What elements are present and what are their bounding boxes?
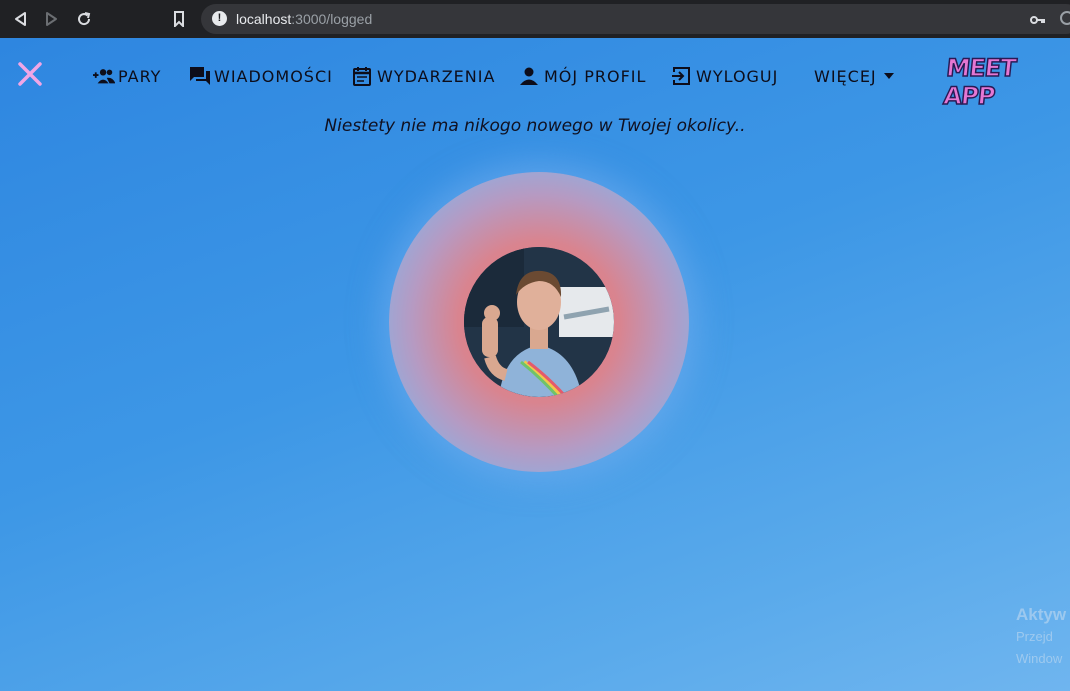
nav-label-moj-profil: MÓJ PROFIL <box>544 66 647 86</box>
no-matches-message: Niestety nie ma nikogo nowego w Twojej o… <box>324 116 746 136</box>
bookmark-icon[interactable] <box>169 9 189 29</box>
watermark-line-3: Window <box>1016 651 1063 666</box>
nav-item-moj-profil[interactable]: MÓJ PROFIL <box>519 62 646 90</box>
nav-label-pary: PARY <box>118 66 162 86</box>
logo[interactable]: MEET APP <box>941 53 1070 111</box>
back-icon[interactable] <box>10 9 30 29</box>
add-people-icon <box>93 65 115 87</box>
avatar[interactable] <box>464 247 614 397</box>
nav-item-wiecej[interactable]: WIĘCEJ <box>814 62 905 90</box>
top-navigation: PARY WIADOMOŚCI WYDARZENIA MÓJ PROFIL WY… <box>0 62 1070 90</box>
reload-icon[interactable] <box>74 9 94 29</box>
url-path: :3000/logged <box>291 11 373 27</box>
nav-item-wyloguj[interactable]: WYLOGUJ <box>671 62 778 90</box>
extension-icon[interactable] <box>1060 11 1070 25</box>
nav-label-wiadomosci: WIADOMOŚCI <box>214 66 333 86</box>
calendar-icon <box>352 65 374 87</box>
watermark-line-2: Przejd <box>1016 629 1053 644</box>
logout-icon <box>671 65 693 87</box>
watermark-line-1: Aktyw <box>1016 605 1067 624</box>
forward-icon[interactable] <box>42 9 62 29</box>
nav-label-wyloguj: WYLOGUJ <box>696 66 779 86</box>
person-icon <box>519 65 541 87</box>
url-text[interactable]: localhost:3000/logged <box>236 11 372 27</box>
nav-item-wydarzenia[interactable]: WYDARZENIA <box>352 62 495 90</box>
nav-item-pary[interactable]: PARY <box>93 62 161 90</box>
nav-item-wiadomosci[interactable]: WIADOMOŚCI <box>189 62 333 90</box>
main-page: PARY WIADOMOŚCI WYDARZENIA MÓJ PROFIL WY… <box>0 38 1070 691</box>
chat-icon <box>189 65 211 87</box>
browser-chrome: ! localhost:3000/logged <box>0 0 1070 38</box>
nav-label-wydarzenia: WYDARZENIA <box>377 66 496 86</box>
url-host: localhost <box>236 11 292 27</box>
key-icon[interactable] <box>1030 11 1046 30</box>
info-icon[interactable]: ! <box>212 11 227 26</box>
caret-down-icon <box>883 65 905 87</box>
activation-watermark: Aktyw Przejd Window <box>1016 604 1066 670</box>
nav-label-wiecej: WIĘCEJ <box>814 66 877 86</box>
